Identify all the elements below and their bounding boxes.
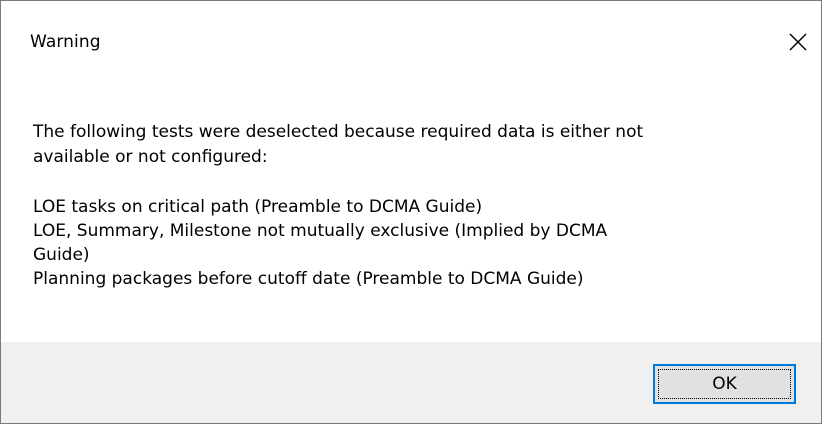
- close-icon: [789, 33, 807, 51]
- message-intro-line-2: available or not configured:: [33, 147, 268, 167]
- ok-button-label: OK: [712, 374, 737, 394]
- window-title: Warning: [30, 32, 101, 52]
- deselected-test-item: LOE tasks on critical path (Preamble to …: [33, 197, 483, 217]
- message-intro-line-1: The following tests were deselected beca…: [33, 122, 644, 142]
- deselected-test-item: LOE, Summary, Milestone not mutually exc…: [33, 221, 608, 241]
- message-area: The following tests were deselected beca…: [1, 87, 821, 342]
- deselected-test-item: Planning packages before cutoff date (Pr…: [33, 269, 584, 289]
- title-bar: Warning: [1, 1, 821, 87]
- ok-button[interactable]: OK: [653, 364, 796, 404]
- close-button[interactable]: [781, 25, 815, 59]
- deselected-test-item-continued: Guide): [33, 245, 90, 265]
- button-bar: OK: [1, 342, 821, 423]
- warning-dialog: Warning The following tests were deselec…: [0, 0, 822, 424]
